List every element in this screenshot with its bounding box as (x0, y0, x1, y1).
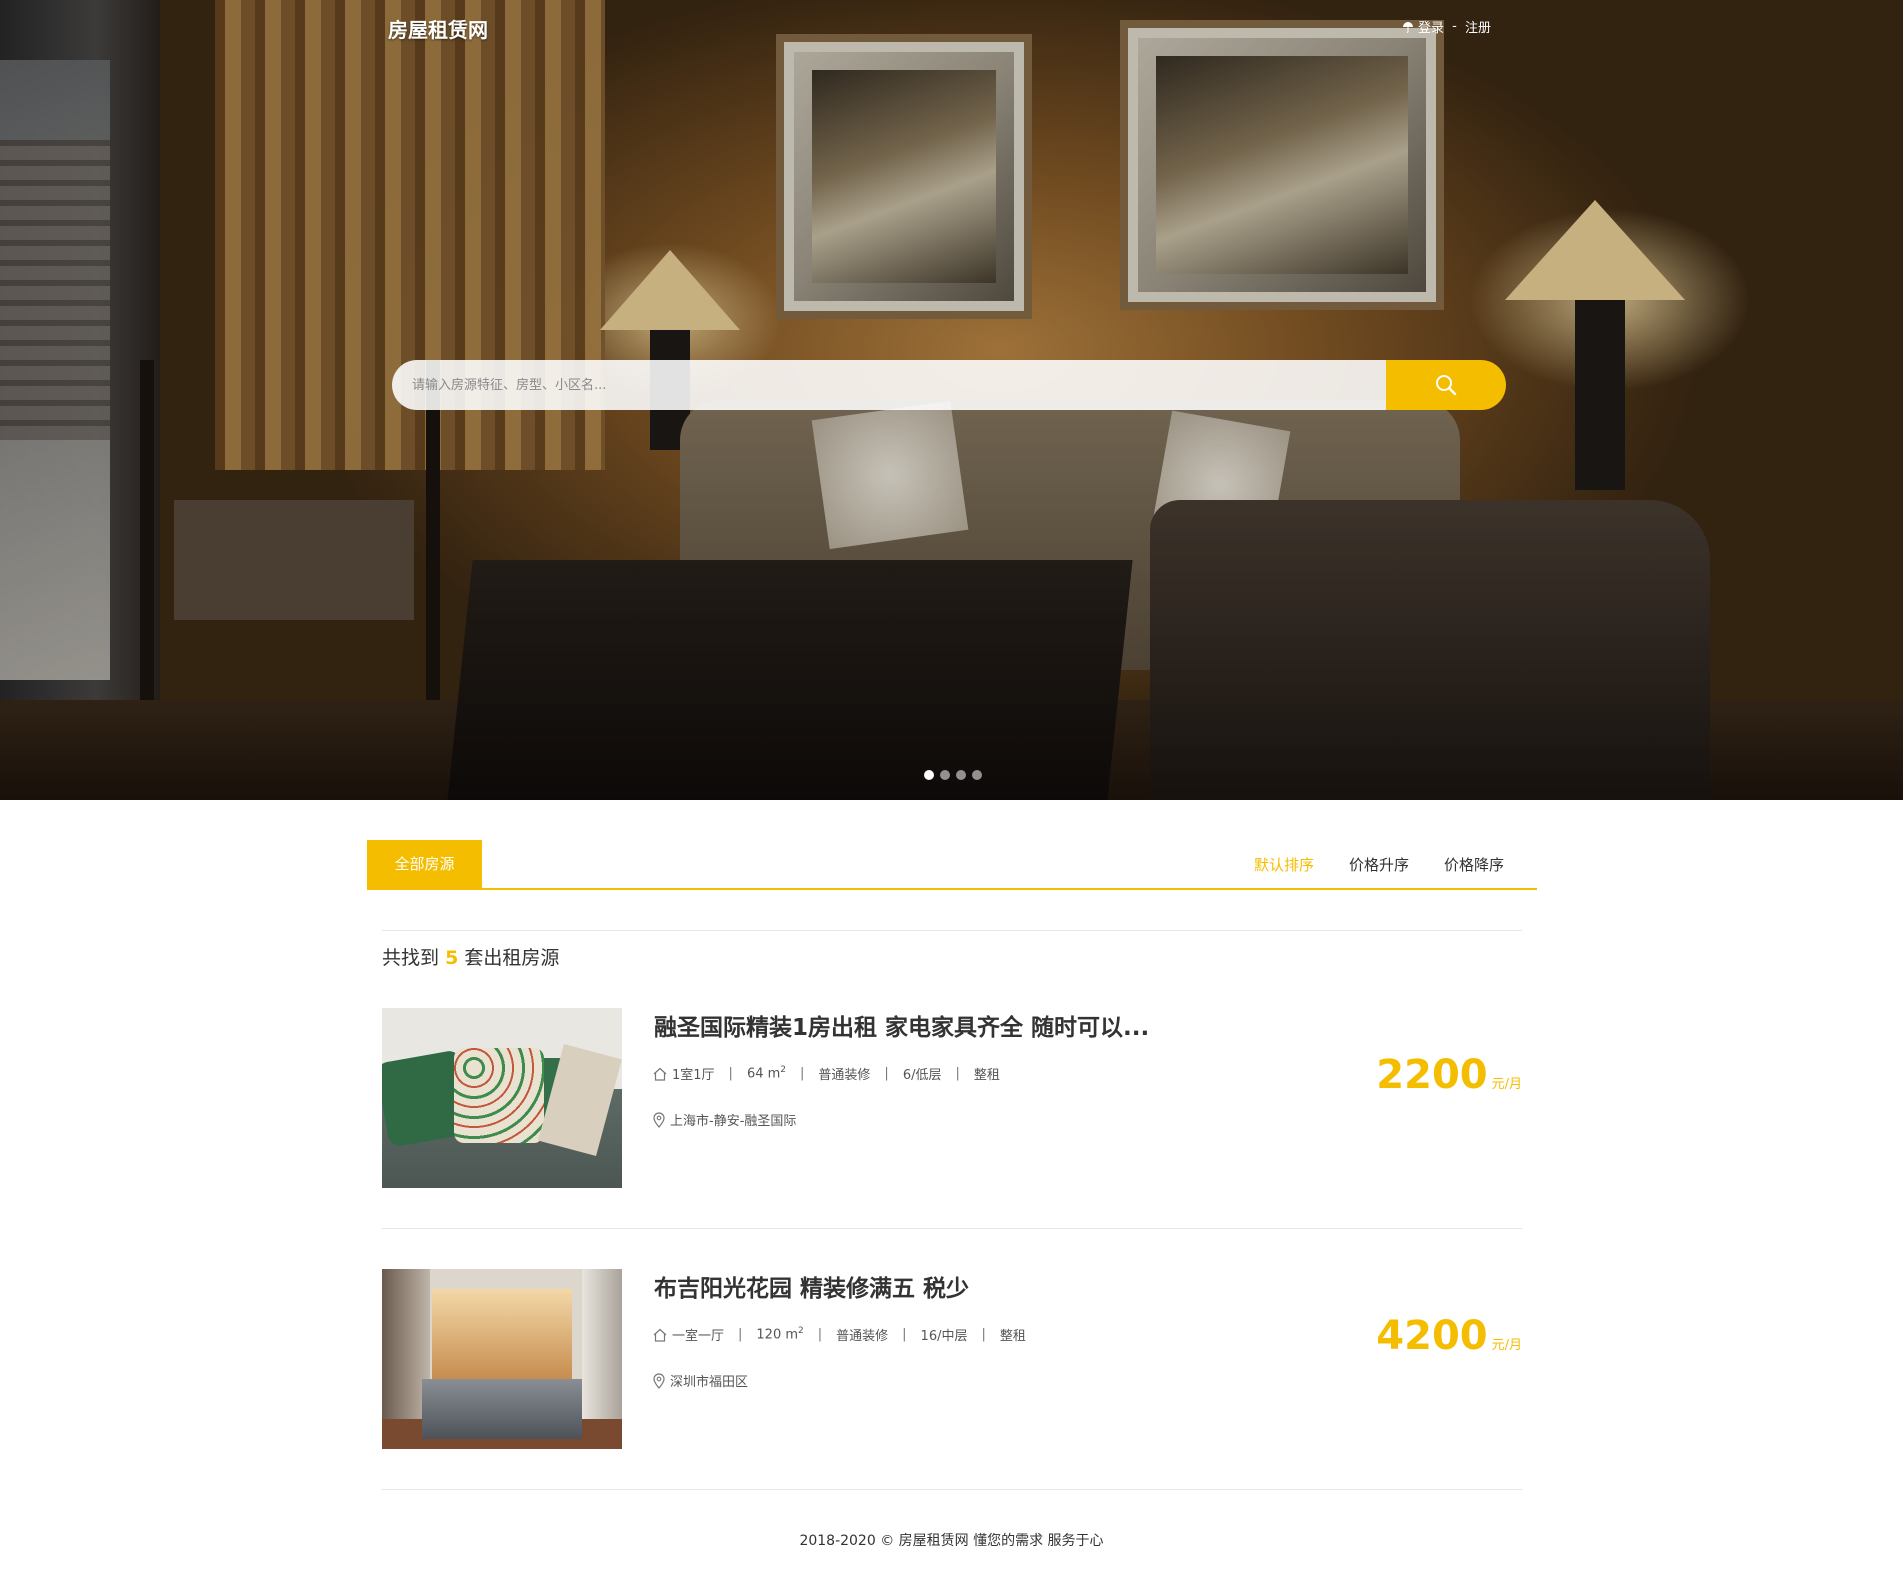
carousel-dot[interactable] (940, 770, 950, 780)
result-count: 共找到 5 套出租房源 (382, 943, 559, 970)
listing-meta: 1室1厅 | 64 m2 | 普通装修 | 6/低层 | 整租 (652, 1064, 1000, 1083)
result-suffix: 套出租房源 (464, 947, 560, 969)
result-prefix: 共找到 (382, 947, 440, 969)
listing-floor: 6/低层 (902, 1068, 942, 1083)
meta-separator: | (728, 1066, 733, 1081)
listing-location: 上海市-静安-融圣国际 (652, 1110, 796, 1129)
search-button[interactable] (1386, 360, 1506, 410)
sort-price-desc[interactable]: 价格降序 (1444, 854, 1504, 875)
listing-location: 深圳市福田区 (652, 1371, 748, 1390)
hero-banner: 房屋租赁网 登录 - 注册 (0, 0, 1903, 800)
search-input[interactable] (392, 360, 1386, 410)
listing-area: 64 m2 (746, 1065, 787, 1082)
price-amount: 4200 (1376, 1313, 1488, 1359)
register-link[interactable]: 注册 (1465, 17, 1491, 36)
listing-location-text: 上海市-静安-融圣国际 (670, 1114, 797, 1129)
auth-links: 登录 - 注册 (1402, 17, 1491, 36)
sort-options: 默认排序 价格升序 价格降序 (1254, 840, 1504, 888)
result-count-number: 5 (445, 947, 459, 969)
meta-separator: | (817, 1327, 823, 1342)
list-item[interactable]: 融圣国际精装1房出租 家电家具齐全 随时可以... 1室1厅 | 64 m2 |… (382, 1008, 1522, 1188)
listing-price: 2200 元/月 (1376, 1052, 1522, 1098)
meta-separator: | (981, 1327, 986, 1342)
meta-separator: | (902, 1327, 907, 1342)
site-title[interactable]: 房屋租赁网 (388, 14, 488, 43)
price-unit: 元/月 (1491, 1338, 1522, 1353)
carousel-dot[interactable] (972, 770, 982, 780)
thumb-window (582, 1269, 622, 1429)
carousel-indicators (924, 770, 982, 780)
listing-decoration: 普通装修 (836, 1329, 889, 1344)
thumb-bed (422, 1379, 582, 1439)
tab-all-listings[interactable]: 全部房源 (367, 840, 482, 888)
listing-rent-type: 整租 (999, 1329, 1026, 1344)
listing-floor: 16/中层 (920, 1329, 968, 1344)
listing-price: 4200 元/月 (1376, 1313, 1522, 1359)
search-bar (392, 360, 1506, 410)
auth-separator: - (1448, 19, 1461, 34)
listing-location-text: 深圳市福田区 (670, 1375, 749, 1390)
location-pin-icon (653, 1111, 665, 1128)
meta-separator: | (884, 1066, 889, 1081)
listing-title[interactable]: 融圣国际精装1房出租 家电家具齐全 随时可以... (654, 1008, 1149, 1042)
list-item[interactable]: 布吉阳光花园 精装修满五 税少 一室一厅 | 120 m2 | 普通装修 | 1… (382, 1269, 1522, 1449)
listing-rent-type: 整租 (973, 1068, 1000, 1083)
listing-layout: 一室一厅 (672, 1329, 725, 1344)
listing-layout: 1室1厅 (672, 1068, 715, 1083)
search-icon (1436, 375, 1457, 396)
house-icon (653, 1067, 667, 1081)
listing-thumbnail[interactable] (382, 1008, 622, 1188)
listing-thumbnail[interactable] (382, 1269, 622, 1449)
meta-separator: | (800, 1066, 805, 1081)
footer-copyright: 2018-2020 © 房屋租赁网 懂您的需求 服务于心 (799, 1533, 1104, 1549)
login-link[interactable]: 登录 (1418, 17, 1444, 36)
house-icon (653, 1328, 667, 1342)
price-amount: 2200 (1376, 1052, 1488, 1098)
sort-price-asc[interactable]: 价格升序 (1349, 854, 1409, 875)
listing-decoration: 普通装修 (818, 1068, 871, 1083)
carousel-dot[interactable] (956, 770, 966, 780)
listing-tabs: 全部房源 默认排序 价格升序 价格降序 (367, 840, 1537, 890)
carousel-dot[interactable] (924, 770, 934, 780)
thumb-pillow (454, 1048, 544, 1143)
listing-title[interactable]: 布吉阳光花园 精装修满五 税少 (654, 1269, 969, 1303)
sort-default[interactable]: 默认排序 (1254, 854, 1314, 875)
price-unit: 元/月 (1491, 1077, 1522, 1092)
umbrella-icon (1403, 21, 1413, 33)
meta-separator: | (738, 1327, 743, 1342)
listing-area: 120 m2 (756, 1326, 804, 1343)
divider (382, 1489, 1522, 1490)
divider (382, 930, 1522, 931)
thumb-headboard (432, 1289, 572, 1384)
divider (382, 1228, 1522, 1229)
meta-separator: | (955, 1066, 960, 1081)
location-pin-icon (653, 1372, 665, 1389)
listing-meta: 一室一厅 | 120 m2 | 普通装修 | 16/中层 | 整租 (652, 1325, 1026, 1344)
